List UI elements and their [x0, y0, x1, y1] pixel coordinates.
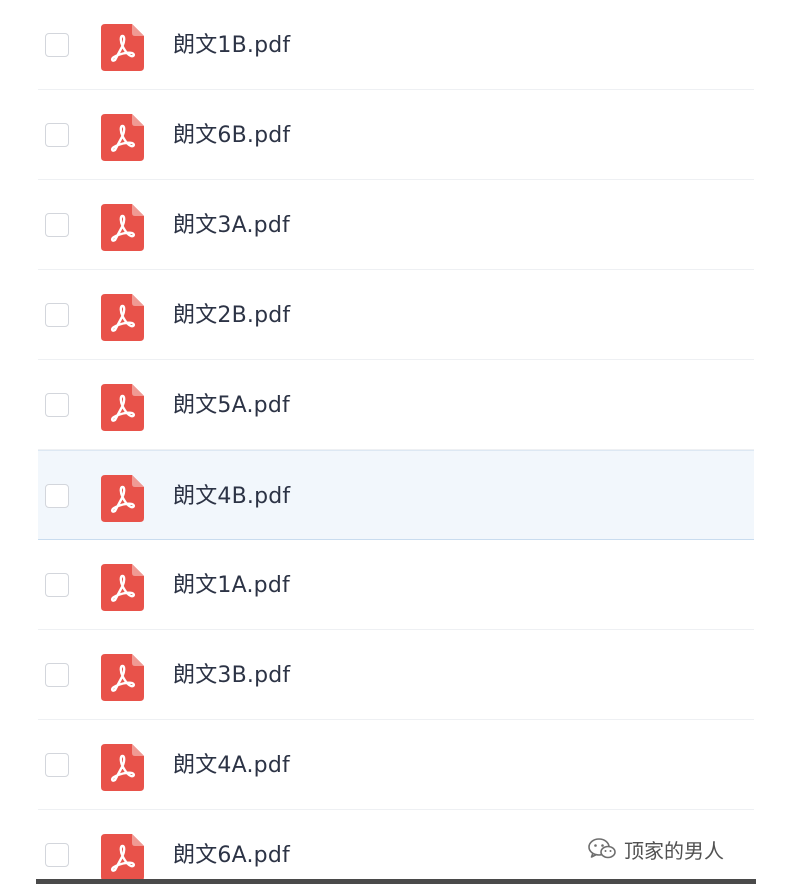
file-row[interactable]: 朗文3B.pdf: [38, 630, 754, 720]
select-checkbox[interactable]: [45, 573, 69, 597]
select-checkbox[interactable]: [45, 123, 69, 147]
wechat-icon: [588, 838, 616, 859]
select-checkbox[interactable]: [45, 753, 69, 777]
pdf-file-icon: [101, 475, 144, 522]
file-name[interactable]: 朗文2B.pdf: [173, 300, 290, 332]
select-checkbox[interactable]: [45, 663, 69, 687]
file-row[interactable]: 朗文3A.pdf: [38, 180, 754, 270]
select-checkbox[interactable]: [45, 33, 69, 57]
pdf-file-icon: [101, 744, 144, 791]
file-name[interactable]: 朗文4B.pdf: [173, 481, 290, 513]
pdf-file-icon: [101, 654, 144, 701]
pdf-file-icon: [101, 834, 144, 881]
file-name[interactable]: 朗文6A.pdf: [173, 840, 290, 872]
select-checkbox[interactable]: [45, 393, 69, 417]
pdf-file-icon: [101, 24, 144, 71]
watermark-text: 顶家的男人: [624, 838, 724, 863]
watermark: 顶家的男人: [588, 834, 724, 864]
pdf-file-icon: [101, 564, 144, 611]
file-name[interactable]: 朗文3B.pdf: [173, 660, 290, 692]
pdf-file-icon: [101, 384, 144, 431]
select-checkbox[interactable]: [45, 843, 69, 867]
pdf-file-icon: [101, 114, 144, 161]
file-name[interactable]: 朗文1A.pdf: [173, 570, 290, 602]
pdf-file-icon: [101, 294, 144, 341]
select-checkbox[interactable]: [45, 213, 69, 237]
file-name[interactable]: 朗文1B.pdf: [173, 30, 290, 62]
pdf-file-icon: [101, 204, 144, 251]
file-row[interactable]: 朗文4A.pdf: [38, 720, 754, 810]
file-row[interactable]: 朗文5A.pdf: [38, 360, 754, 450]
file-row[interactable]: 朗文1B.pdf: [38, 0, 754, 90]
select-checkbox[interactable]: [45, 484, 69, 508]
bottom-edge-bar: [36, 879, 756, 884]
file-list-page: 朗文1B.pdf 朗文6B.pdf 朗文3A.pdf 朗文2B.pdf 朗文5A…: [0, 0, 804, 884]
file-row[interactable]: 朗文1A.pdf: [38, 540, 754, 630]
file-name[interactable]: 朗文5A.pdf: [173, 390, 290, 422]
file-name[interactable]: 朗文6B.pdf: [173, 120, 290, 152]
select-checkbox[interactable]: [45, 303, 69, 327]
file-name[interactable]: 朗文3A.pdf: [173, 210, 290, 242]
file-list: 朗文1B.pdf 朗文6B.pdf 朗文3A.pdf 朗文2B.pdf 朗文5A…: [38, 0, 754, 884]
file-row[interactable]: 朗文2B.pdf: [38, 270, 754, 360]
file-row[interactable]: 朗文6B.pdf: [38, 90, 754, 180]
file-row-hovered[interactable]: 朗文4B.pdf: [38, 450, 754, 540]
file-name[interactable]: 朗文4A.pdf: [173, 750, 290, 782]
